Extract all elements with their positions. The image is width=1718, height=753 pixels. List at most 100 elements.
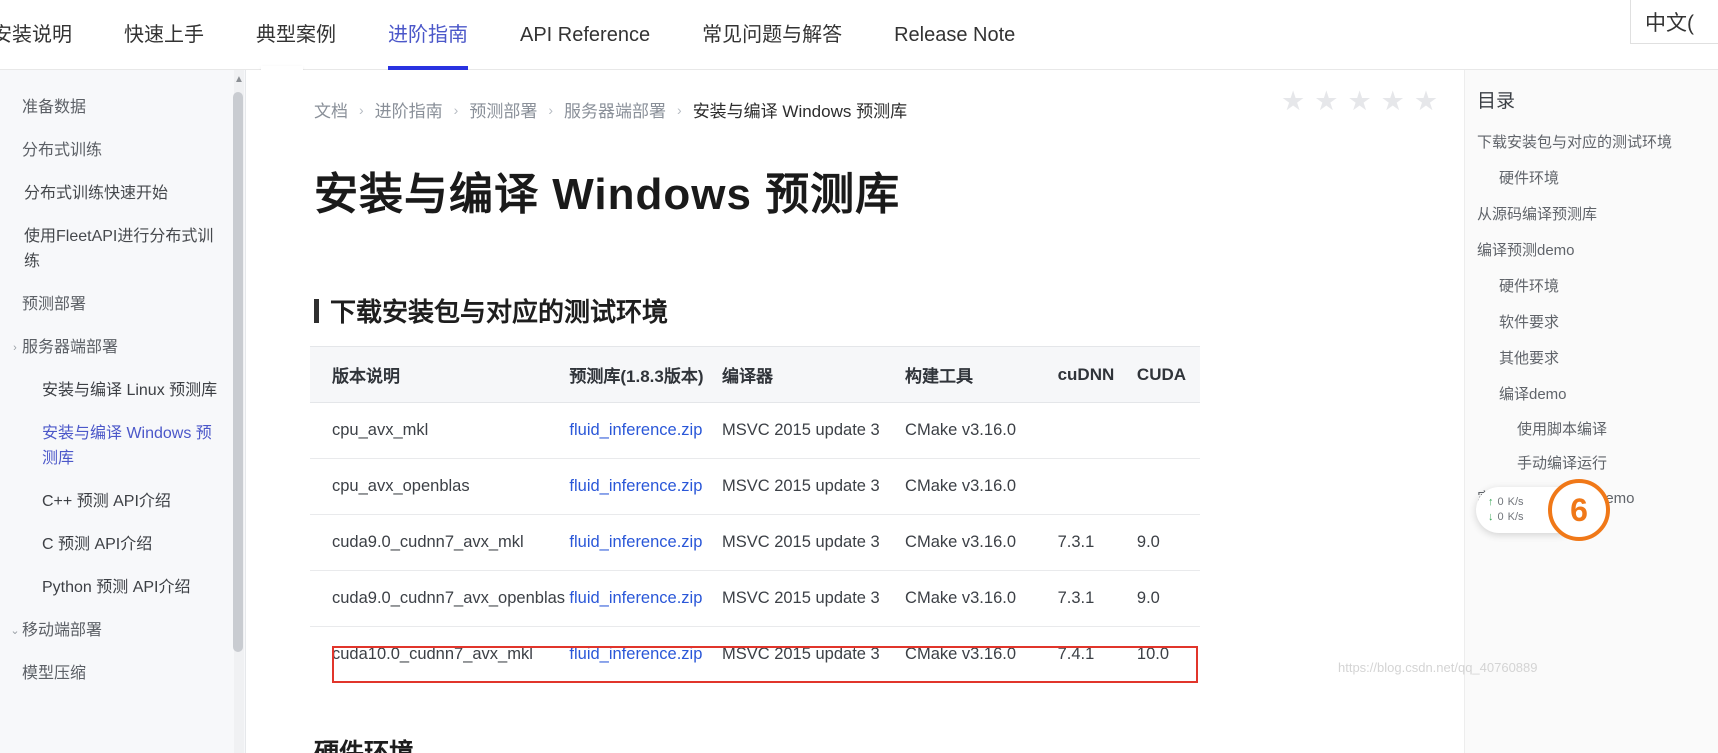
sidebar-item-label: C 预测 API介绍 xyxy=(42,536,153,553)
sidebar-item-12[interactable]: 模型压缩 xyxy=(0,652,245,695)
sidebar-scrollbar-track[interactable] xyxy=(233,70,244,753)
download-speed-value: 0 xyxy=(1497,511,1504,523)
nav-item-0[interactable]: 安装说明 xyxy=(0,0,98,70)
toc-item-7[interactable]: 编译demo xyxy=(1477,377,1718,413)
table-cell-link: fluid_inference.zip xyxy=(569,458,722,515)
breadcrumb-item-0[interactable]: 文档 xyxy=(314,97,348,122)
sidebar-item-7[interactable]: 安装与编译 Windows 预测库 xyxy=(0,412,245,480)
left-sidebar[interactable]: 准备数据 分布式训练 分布式训练快速开始使用FleetAPI进行分布式训练预测部署 ›… xyxy=(0,70,246,753)
chevron-icon[interactable]: › xyxy=(8,337,22,359)
sidebar-item-label: 预测部署 xyxy=(22,296,87,313)
toc-item-list: 下载安装包与对应的测试环境 硬件环境 从源码编译预测库 编译预测demo 硬件环境 软件要… xyxy=(1477,125,1718,517)
toc-item-5[interactable]: 软件要求 xyxy=(1477,305,1718,341)
table-cell-cudnn xyxy=(1057,402,1137,459)
table-cell-build_tool: CMake v3.16.0 xyxy=(905,458,1058,515)
toc-item-1[interactable]: 硬件环境 xyxy=(1477,161,1718,197)
table-cell-cudnn: 7.4.1 xyxy=(1057,645,1095,663)
toc-item-3[interactable]: 编译预测demo xyxy=(1477,233,1718,269)
toc-item-0[interactable]: 下载安装包与对应的测试环境 xyxy=(1477,125,1718,161)
rating-stars[interactable]: ★ ★ ★ ★ ★ xyxy=(1281,88,1438,115)
star-icon-2[interactable]: ★ xyxy=(1314,88,1338,115)
table-cell-build_tool: CMake v3.16.0 xyxy=(905,570,1058,627)
sidebar-item-3[interactable]: 使用FleetAPI进行分布式训练 xyxy=(0,215,245,283)
table-cell-compiler: MSVC 2015 update 3 xyxy=(721,458,906,515)
breadcrumb-item-2[interactable]: 预测部署 xyxy=(469,97,537,122)
language-selector[interactable]: 中文( xyxy=(1630,0,1718,44)
sidebar-item-list: 准备数据 分布式训练 分布式训练快速开始使用FleetAPI进行分布式训练预测部署 ›… xyxy=(0,70,245,695)
chevron-icon[interactable]: ⌄ xyxy=(8,620,22,642)
speed-badge[interactable]: 6 xyxy=(1548,479,1610,541)
sidebar-item-label: 使用FleetAPI进行分布式训练 xyxy=(24,228,214,270)
language-selector-label: 中文( xyxy=(1645,11,1694,35)
sidebar-item-9[interactable]: C 预测 API介绍 xyxy=(0,523,245,566)
download-speed-unit: K/s xyxy=(1507,511,1524,523)
table-cell-version: cuda9.0_cudnn7_avx_mkl xyxy=(310,514,570,571)
download-link[interactable]: fluid_inference.zip xyxy=(569,533,702,551)
download-link[interactable]: fluid_inference.zip xyxy=(569,421,702,439)
table-cell-cudnn: 7.3.1 xyxy=(1057,514,1137,571)
sidebar-item-6[interactable]: 安装与编译 Linux 预测库 xyxy=(0,369,245,412)
breadcrumb-item-1[interactable]: 进阶指南 xyxy=(375,97,443,122)
nav-item-5[interactable]: 常见问题与解答 xyxy=(676,0,868,70)
table-cell-link: fluid_inference.zip xyxy=(569,627,722,683)
table-row: cuda9.0_cudnn7_avx_mkl fluid_inference.zi… xyxy=(310,514,1200,571)
table-cell-build_tool: CMake v3.16.0 xyxy=(905,645,1017,663)
inference-library-table-wrapper: 版本说明 预测库(1.8.3版本) 编译器 构建工具 cuDNN CUDA cpu_avx… xyxy=(310,346,1200,683)
sidebar-item-4[interactable]: 预测部署 xyxy=(0,283,245,326)
upload-arrow-icon: ↑ xyxy=(1488,496,1494,508)
toc-item-6[interactable]: 其他要求 xyxy=(1477,341,1718,377)
nav-item-6[interactable]: Release Note xyxy=(868,0,1041,70)
section-heading: 下载安装包与对应的测试环境 xyxy=(314,292,668,329)
sidebar-item-5[interactable]: › 服务器端部署 xyxy=(0,326,245,369)
sidebar-item-0[interactable]: 准备数据 xyxy=(0,86,245,129)
table-cell-link: fluid_inference.zip xyxy=(569,402,722,459)
toc-item-2[interactable]: 从源码编译预测库 xyxy=(1477,197,1718,233)
table-of-contents[interactable]: 目录 下载安装包与对应的测试环境 硬件环境 从源码编译预测库 编译预测demo 硬件环境… xyxy=(1464,70,1718,753)
scroll-up-arrow-icon[interactable]: ▲ xyxy=(233,73,245,87)
nav-item-1[interactable]: 快速上手 xyxy=(98,0,230,70)
table-header-cell-3: 构建工具 xyxy=(905,346,1058,403)
star-icon-3[interactable]: ★ xyxy=(1347,88,1371,115)
sidebar-item-2[interactable]: 分布式训练快速开始 xyxy=(0,172,245,215)
sidebar-item-label: 移动端部署 xyxy=(22,622,103,639)
sidebar-item-1[interactable]: 分布式训练 xyxy=(0,129,245,172)
table-header-cell-2: 编译器 xyxy=(721,346,906,403)
documentation-page: 安装说明 快速上手 典型案例 进阶指南 API Reference 常见问题与解答 Rele… xyxy=(0,0,1718,753)
table-cell-link: fluid_inference.zip xyxy=(569,514,722,571)
table-body: cpu_avx_mkl fluid_inference.zip MSVC 2015 … xyxy=(310,402,1200,683)
table-header-cell-4: cuDNN xyxy=(1057,346,1137,403)
section-heading-text: 下载安装包与对应的测试环境 xyxy=(330,297,669,327)
sidebar-item-label: 服务器端部署 xyxy=(22,339,119,356)
breadcrumb-item-3[interactable]: 服务器端部署 xyxy=(564,97,666,122)
star-icon-5[interactable]: ★ xyxy=(1414,88,1438,115)
breadcrumb: 文档 › 进阶指南 › 预测部署 › 服务器端部署 › 安装与编译 Windows 预测库 xyxy=(314,97,907,122)
table-row: cpu_avx_openblas fluid_inference.zip MSVC … xyxy=(310,458,1200,515)
table-cell-compiler: MSVC 2015 update 3 xyxy=(721,570,906,627)
download-link[interactable]: fluid_inference.zip xyxy=(569,589,702,607)
sidebar-item-label: 安装与编译 Linux 预测库 xyxy=(42,382,218,399)
sidebar-item-label: 安装与编译 Windows 预测库 xyxy=(42,425,212,467)
toc-item-4[interactable]: 硬件环境 xyxy=(1477,269,1718,305)
breadcrumb-separator-icon: › xyxy=(359,101,364,118)
table-cell-compiler: MSVC 2015 update 3 xyxy=(721,402,906,459)
sidebar-item-10[interactable]: Python 预测 API介绍 xyxy=(0,566,245,609)
toc-item-8[interactable]: 使用脚本编译 xyxy=(1477,413,1718,447)
page-title: 安装与编译 Windows 预测库 xyxy=(314,170,901,219)
download-arrow-icon: ↓ xyxy=(1488,511,1494,523)
sidebar-item-11[interactable]: ⌄ 移动端部署 xyxy=(0,609,245,652)
download-link[interactable]: fluid_inference.zip xyxy=(569,645,702,663)
table-cell-cuda: 9.0 xyxy=(1136,514,1200,571)
sidebar-scrollbar-thumb[interactable] xyxy=(233,92,243,652)
table-cell-version: cpu_avx_openblas xyxy=(310,458,570,515)
download-link[interactable]: fluid_inference.zip xyxy=(569,477,702,495)
nav-item-2[interactable]: 典型案例 xyxy=(230,0,362,70)
nav-item-3[interactable]: 进阶指南 xyxy=(362,0,494,70)
star-icon-1[interactable]: ★ xyxy=(1281,88,1305,115)
nav-item-4[interactable]: API Reference xyxy=(494,0,676,70)
toc-item-9[interactable]: 手动编译运行 xyxy=(1477,447,1718,481)
table-row: cuda10.0_cudnn7_avx_mkl fluid_inference.z… xyxy=(310,627,1200,683)
upload-speed-unit: K/s xyxy=(1507,496,1524,508)
sidebar-item-8[interactable]: C++ 预测 API介绍 xyxy=(0,480,245,523)
table-cell-compiler: MSVC 2015 update 3 xyxy=(721,514,906,571)
star-icon-4[interactable]: ★ xyxy=(1381,88,1405,115)
